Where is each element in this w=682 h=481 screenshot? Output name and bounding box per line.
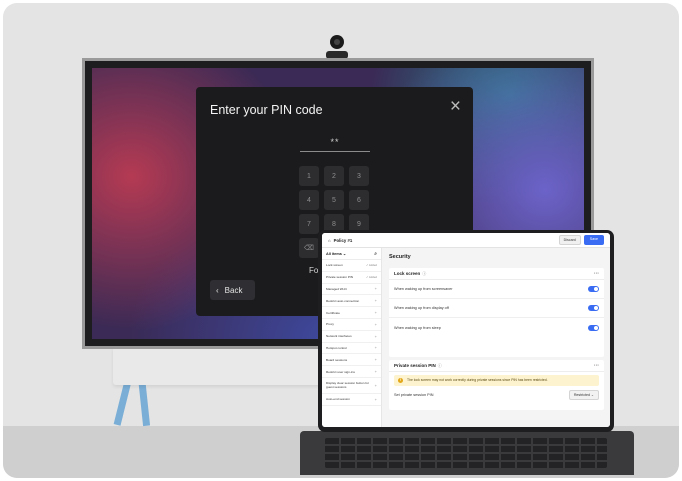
sidebar-item-label: Restrict user sign-ins — [326, 369, 355, 374]
sidebar-item-label: Display clear session button for guest s… — [326, 381, 369, 390]
backspace-icon[interactable]: ⌫ — [299, 238, 319, 258]
setting-label: When waking up from display off — [394, 306, 449, 310]
key-6[interactable]: 6 — [349, 190, 369, 210]
setting-label: When waking up from sleep — [394, 325, 441, 330]
search-icon[interactable]: ⌕ — [374, 251, 377, 257]
page-title: ⌂ Policy #1 — [328, 238, 352, 243]
sidebar-item-label: Auto-end session — [326, 397, 350, 402]
setting-row: Set private session PIN Restricted ⌄ — [389, 389, 604, 401]
back-button[interactable]: ‹ Back — [210, 280, 255, 300]
display-off-toggle[interactable] — [588, 305, 599, 311]
sidebar-item-managed-wifi[interactable]: Managed Wi-Fi + — [322, 284, 381, 296]
add-icon[interactable]: + — [375, 334, 377, 339]
setting-row: When waking up from sleep — [389, 318, 604, 337]
sidebar-item-label: Lock screen — [326, 263, 343, 268]
sidebar-item-network-interfaces[interactable]: Network interfaces + — [322, 331, 381, 343]
save-button[interactable]: Save — [583, 235, 604, 245]
card-header: Private session PIN ⓘ ··· — [389, 360, 604, 372]
lock-screen-card: Lock screen ⓘ ··· When waking up from sc… — [389, 268, 604, 357]
add-icon[interactable]: + — [375, 322, 377, 327]
add-icon[interactable]: + — [375, 383, 377, 388]
sidebar-item-proxy[interactable]: Proxy + — [322, 319, 381, 331]
main-content: Security Lock screen ⓘ ··· When waking u… — [382, 248, 610, 427]
added-badge: ✓ Added — [365, 275, 377, 280]
info-icon[interactable]: ⓘ — [422, 271, 426, 277]
laptop: ⌂ Policy #1 Discard Save All items ⌄ ⌕ L… — [318, 230, 614, 432]
card-header: Lock screen ⓘ ··· — [389, 268, 604, 280]
screensaver-toggle[interactable] — [588, 286, 599, 292]
add-icon[interactable]: + — [375, 310, 377, 315]
add-icon[interactable]: + — [375, 357, 377, 362]
section-title: Security — [389, 254, 411, 260]
sidebar-filter[interactable]: All items ⌄ ⌕ — [322, 248, 381, 260]
policy-title: Policy #1 — [333, 237, 353, 243]
sidebar-item-label: Proxy — [326, 322, 334, 327]
sidebar-item-restrict-user-sign-ins[interactable]: Restrict user sign-ins + — [322, 366, 381, 378]
more-options-icon[interactable]: ··· — [594, 363, 599, 369]
key-2[interactable]: 2 — [324, 166, 344, 186]
add-icon[interactable]: + — [375, 397, 377, 402]
sidebar-item-hotspot-control[interactable]: Hotspot control + — [322, 343, 381, 355]
sidebar-item-lock-screen[interactable]: Lock screen ✓ Added — [322, 260, 381, 272]
card-title: Private session PIN — [394, 363, 436, 368]
key-4[interactable]: 4 — [299, 190, 319, 210]
more-options-icon[interactable]: ··· — [594, 271, 599, 277]
sidebar-item-label: Network interfaces — [326, 334, 352, 339]
warning-icon: ! — [398, 378, 403, 383]
filter-dropdown[interactable]: All items ⌄ — [326, 251, 346, 256]
sidebar-item-label: Board sessions — [326, 357, 348, 362]
added-badge: ✓ Added — [365, 263, 377, 268]
key-1[interactable]: 1 — [299, 166, 319, 186]
setting-label: Set private session PIN — [394, 393, 434, 397]
private-pin-select[interactable]: Restricted ⌄ — [568, 390, 599, 400]
sidebar-item-label: Hotspot control — [326, 345, 347, 350]
private-session-pin-card: Private session PIN ⓘ ··· ! The lock scr… — [389, 360, 604, 410]
sidebar-item-certificate[interactable]: Certificate + — [322, 307, 381, 319]
warning-banner: ! The lock screen may not work correctly… — [394, 375, 599, 386]
building-icon: ⌂ — [328, 237, 331, 243]
discard-button[interactable]: Discard — [558, 235, 581, 245]
sidebar-item-label: Certificate — [326, 310, 340, 315]
add-icon[interactable]: + — [375, 369, 377, 374]
key-7[interactable]: 7 — [299, 214, 319, 234]
sidebar-item-label: Private session PIN — [326, 275, 353, 280]
key-3[interactable]: 3 — [349, 166, 369, 186]
pin-dialog-title: Enter your PIN code — [210, 103, 323, 117]
setting-row: When waking up from screensaver — [389, 280, 604, 299]
app-header: ⌂ Policy #1 Discard Save — [322, 233, 610, 248]
sidebar-item-display-clear-session[interactable]: Display clear session button for guest s… — [322, 378, 381, 394]
key-5[interactable]: 5 — [324, 190, 344, 210]
sidebar-item-label: Restrict auto connection — [326, 298, 360, 303]
header-actions: Discard Save — [558, 235, 604, 245]
sidebar-item-label: Managed Wi-Fi — [326, 286, 347, 291]
laptop-keyboard — [325, 438, 607, 468]
pin-input-underline — [300, 151, 370, 152]
close-icon[interactable]: × — [450, 97, 461, 116]
card-title: Lock screen — [394, 271, 421, 276]
sleep-toggle[interactable] — [588, 324, 599, 331]
back-button-label: Back — [224, 285, 243, 295]
laptop-screen: ⌂ Policy #1 Discard Save All items ⌄ ⌕ L… — [322, 233, 610, 427]
sidebar-item-private-session-pin[interactable]: Private session PIN ✓ Added — [322, 272, 381, 284]
pin-input[interactable]: ** — [300, 137, 370, 147]
add-icon[interactable]: + — [375, 345, 377, 350]
sidebar-item-auto-end-session[interactable]: Auto-end session + — [322, 394, 381, 406]
chevron-left-icon: ‹ — [216, 285, 219, 295]
warning-text: The lock screen may not work correctly d… — [407, 378, 548, 382]
add-icon[interactable]: + — [375, 298, 377, 303]
info-icon[interactable]: ⓘ — [438, 363, 442, 369]
sidebar: All items ⌄ ⌕ Lock screen ✓ Added Private… — [322, 248, 382, 427]
setting-row: When waking up from display off — [389, 299, 604, 318]
setting-label: When waking up from screensaver — [394, 287, 453, 291]
sidebar-item-restrict-auto-connection[interactable]: Restrict auto connection + — [322, 295, 381, 308]
add-icon[interactable]: + — [375, 286, 377, 291]
camera-lens — [334, 39, 340, 45]
sidebar-item-board-sessions[interactable]: Board sessions + — [322, 354, 381, 367]
